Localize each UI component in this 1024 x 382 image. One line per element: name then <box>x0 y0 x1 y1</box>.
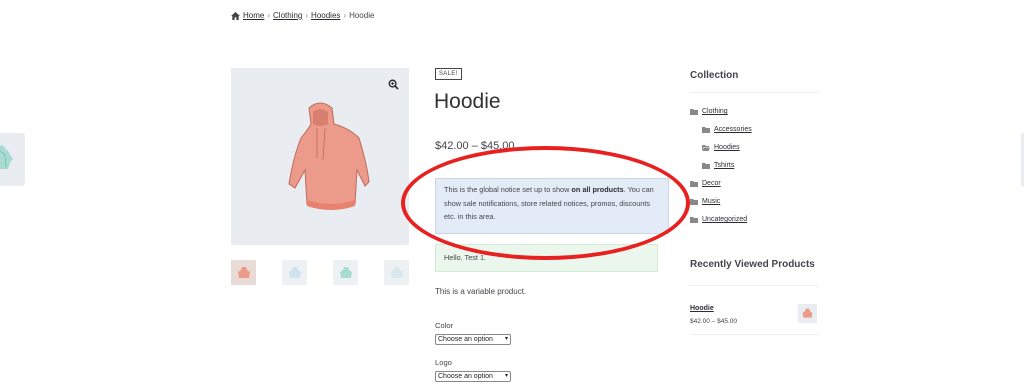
category-link[interactable]: Hoodies <box>714 144 740 151</box>
chevron-down-icon: ▾ <box>504 373 508 379</box>
folder-icon <box>690 198 698 205</box>
breadcrumb-separator: › <box>267 11 271 20</box>
logo-select[interactable]: Choose an option ▾ <box>435 371 511 382</box>
previous-product-thumbnail[interactable] <box>0 133 25 186</box>
folder-icon <box>702 162 710 169</box>
breadcrumb-hoodies-link[interactable]: Hoodies <box>311 11 340 20</box>
category-item-tshirts[interactable]: Tshirts <box>702 162 734 169</box>
breadcrumb-home-link[interactable]: Home <box>243 11 264 20</box>
folder-open-icon <box>702 144 710 151</box>
category-item-clothing[interactable]: Clothing <box>690 108 728 115</box>
logo-label: Logo <box>435 358 452 367</box>
divider <box>690 334 818 335</box>
thumbnail-light-blue[interactable] <box>384 260 409 285</box>
product-short-description: This is a variable product. <box>435 287 527 296</box>
breadcrumb-separator: › <box>305 11 309 20</box>
recently-viewed-title: Recently Viewed Products <box>690 259 815 270</box>
category-link[interactable]: Clothing <box>702 108 728 115</box>
home-icon <box>231 11 240 20</box>
breadcrumb-clothing-link[interactable]: Clothing <box>273 11 302 20</box>
category-item-decor[interactable]: Decor <box>690 180 721 187</box>
recent-product-thumbnail[interactable] <box>798 304 817 323</box>
folder-icon <box>690 216 698 223</box>
thumbnail-blue[interactable] <box>282 260 307 285</box>
color-select[interactable]: Choose an option ▾ <box>435 334 511 345</box>
color-select-value: Choose an option <box>438 336 493 343</box>
highlight-annotation-ellipse <box>401 146 690 260</box>
folder-icon <box>690 108 698 115</box>
category-link[interactable]: Uncategorized <box>702 216 747 223</box>
sale-badge: SALE! <box>435 68 462 80</box>
breadcrumb-current: Hoodie <box>349 11 375 20</box>
zoom-icon[interactable] <box>388 79 399 90</box>
color-label: Color <box>435 321 454 330</box>
category-item-accessories[interactable]: Accessories <box>702 126 752 133</box>
thumbnail-green[interactable] <box>333 260 358 285</box>
product-title: Hoodie <box>434 90 501 113</box>
breadcrumb: Home › Clothing › Hoodies › Hoodie <box>231 11 374 20</box>
divider <box>690 285 818 286</box>
product-main-image[interactable] <box>231 68 409 245</box>
collection-widget-title: Collection <box>690 70 818 93</box>
category-item-music[interactable]: Music <box>690 198 720 205</box>
category-link[interactable]: Decor <box>702 180 721 187</box>
sidebar: Collection <box>690 70 818 93</box>
category-link[interactable]: Tshirts <box>714 162 734 169</box>
category-item-uncategorized[interactable]: Uncategorized <box>690 216 747 223</box>
breadcrumb-separator: › <box>343 11 347 20</box>
recent-product-link[interactable]: Hoodie <box>690 305 714 312</box>
chevron-down-icon: ▾ <box>504 336 508 342</box>
logo-select-value: Choose an option <box>438 373 493 380</box>
thumbnail-pink[interactable] <box>231 260 256 285</box>
category-item-hoodies[interactable]: Hoodies <box>702 144 740 151</box>
recent-product-price: $42.00 – $45.00 <box>690 318 737 325</box>
folder-icon <box>702 126 710 133</box>
category-link[interactable]: Music <box>702 198 720 205</box>
product-thumbnails <box>231 260 409 285</box>
folder-icon <box>690 180 698 187</box>
category-link[interactable]: Accessories <box>714 126 752 133</box>
